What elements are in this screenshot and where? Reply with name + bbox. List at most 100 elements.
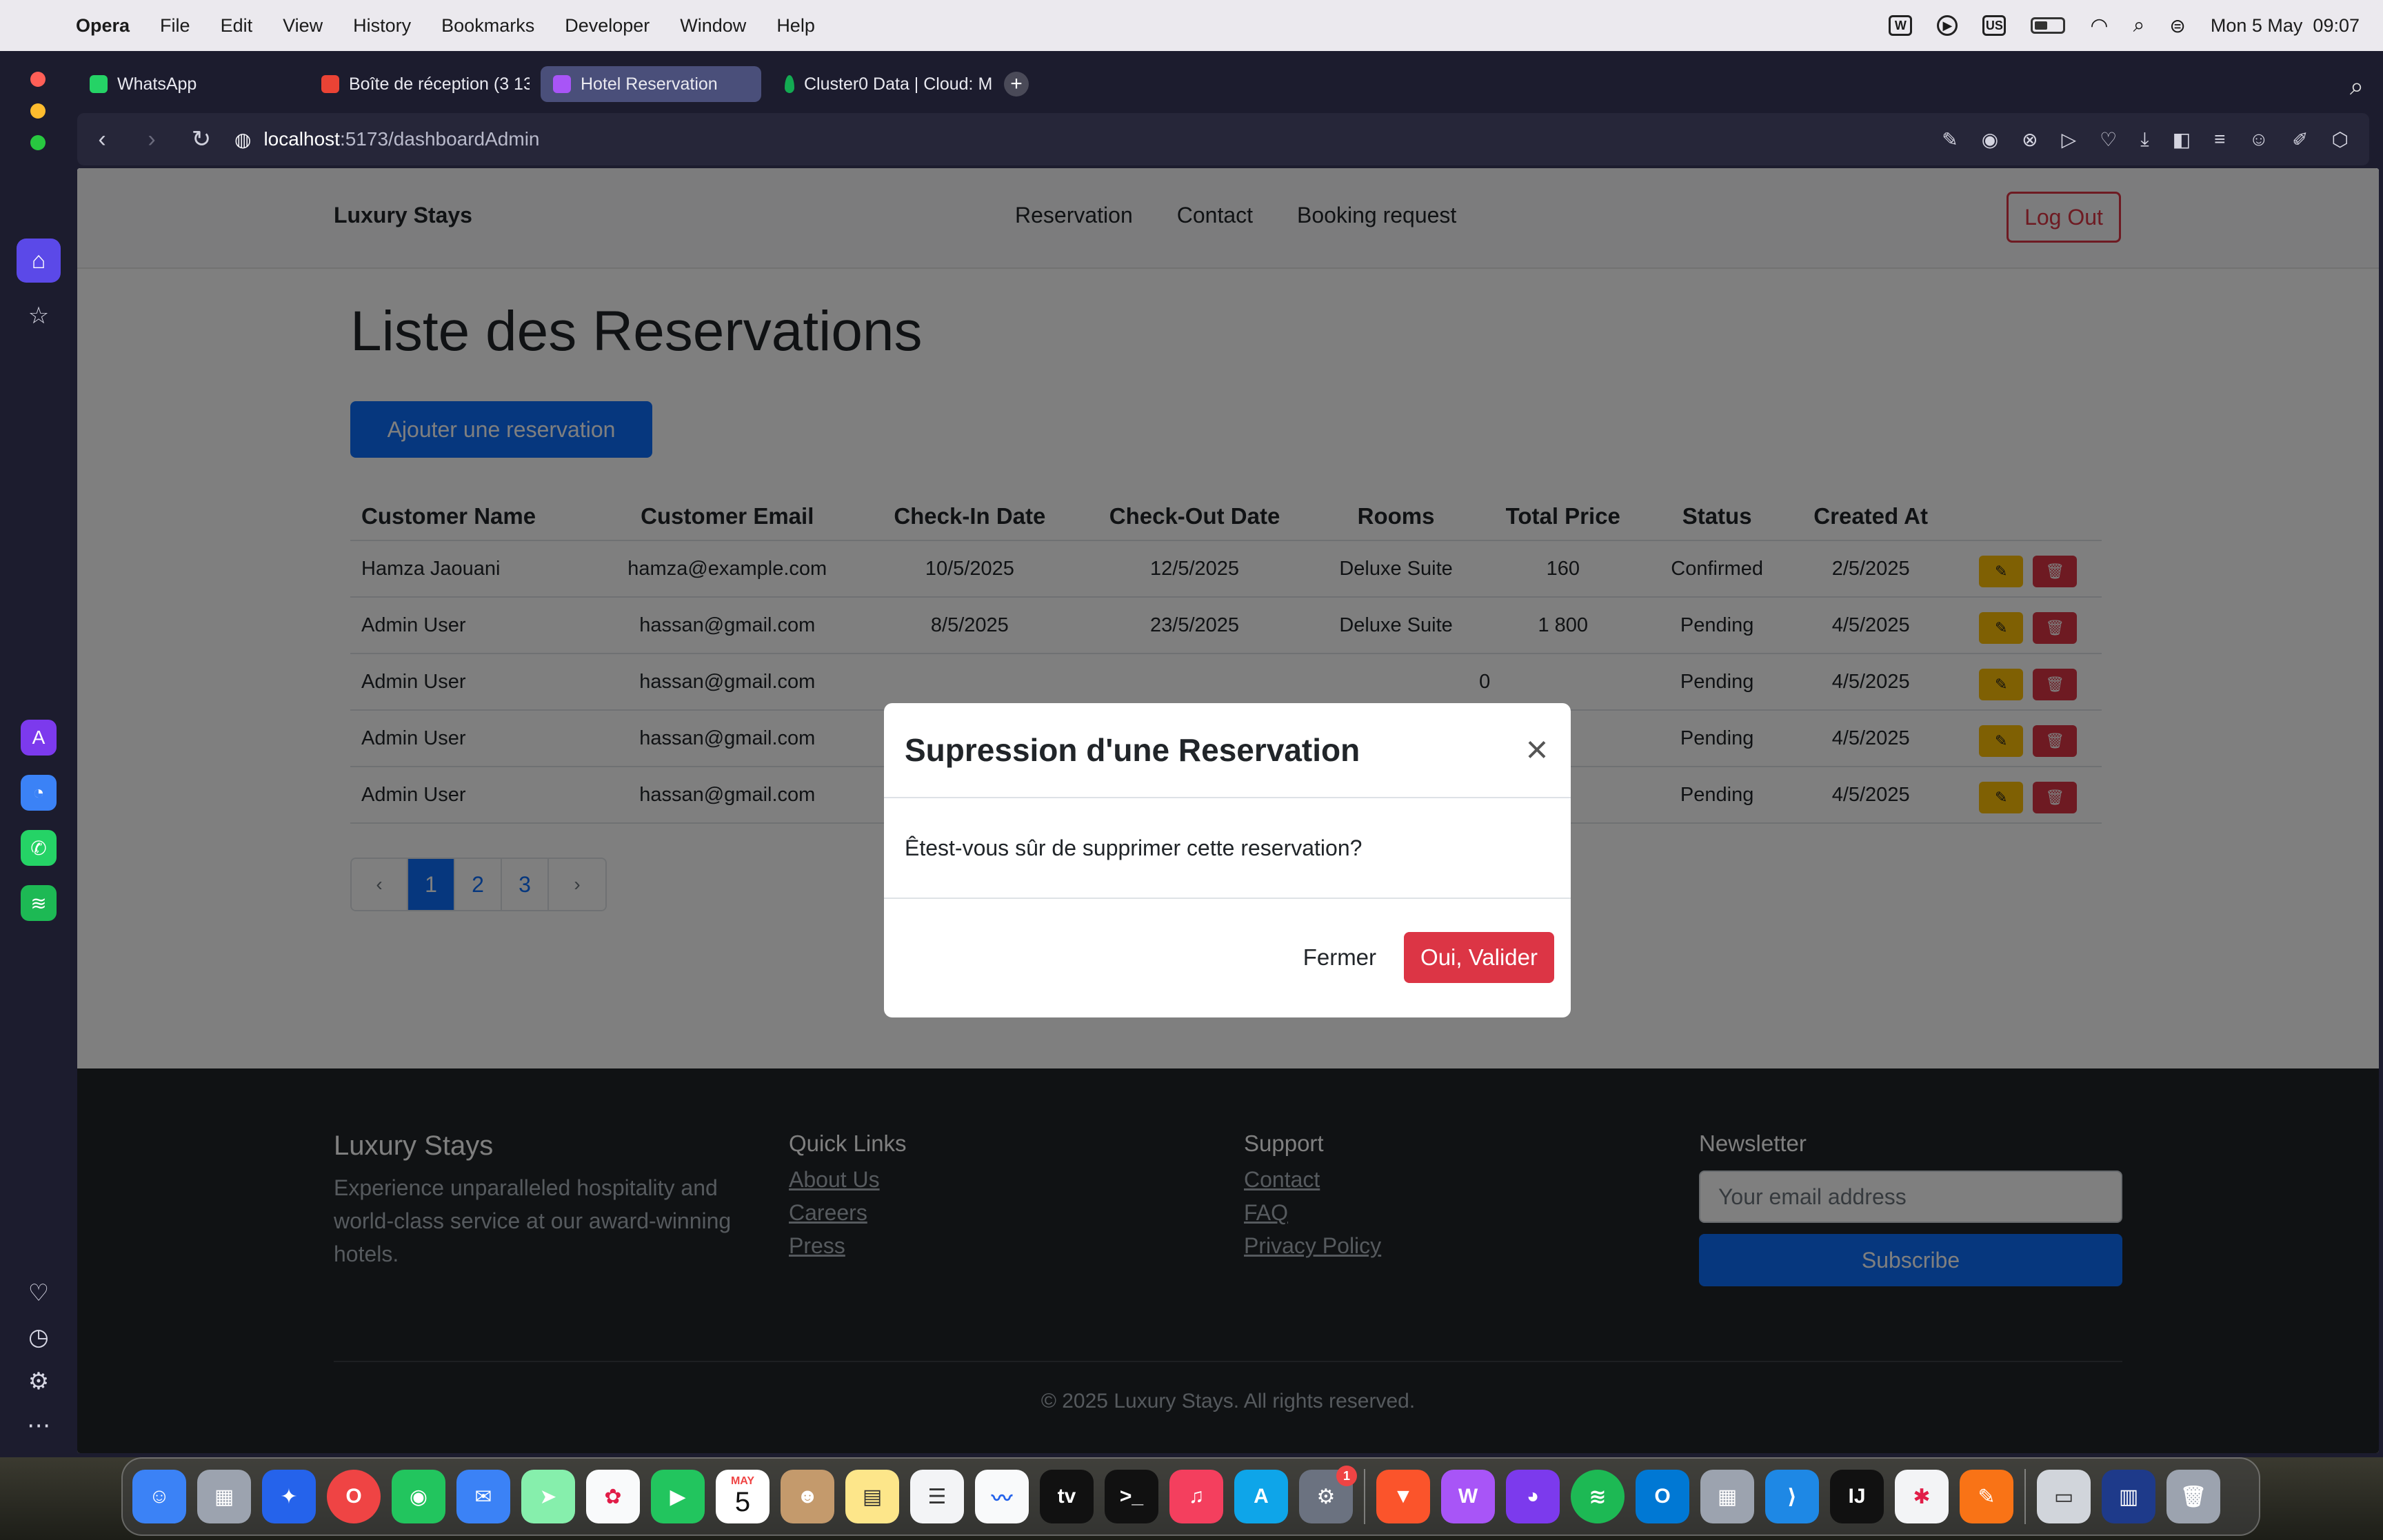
- url-field[interactable]: ◍ localhost:5173/dashboardAdmin: [234, 128, 540, 151]
- close-window-button[interactable]: [30, 72, 46, 87]
- app-store-icon[interactable]: A: [1234, 1470, 1288, 1523]
- menu-lines-icon[interactable]: ≡: [2214, 128, 2225, 150]
- profile-icon[interactable]: ☺: [2249, 128, 2269, 150]
- modal-title: Supression d'une Reservation: [905, 732, 1360, 768]
- macos-dock: ☺ ▦ ✦ O ◉ ✉ ➤ ✿ ▶ MAY 5 ☻ ▤ ☰ 〰 tv >_ ♫ A…: [121, 1457, 2260, 1536]
- download-icon[interactable]: ⤓: [2140, 128, 2149, 151]
- history-clock-icon[interactable]: ◷: [17, 1315, 61, 1359]
- adblock-icon[interactable]: ⊗: [2022, 128, 2038, 151]
- modal-confirm-button[interactable]: Oui, Valider: [1404, 932, 1554, 983]
- finder-icon[interactable]: ☺: [132, 1470, 186, 1523]
- edit-icon[interactable]: ✎: [1942, 128, 1958, 151]
- menu-edit[interactable]: Edit: [221, 15, 253, 37]
- tab-strip: WhatsApp Boîte de réception (3 131) Hote…: [77, 65, 1029, 103]
- launchpad-icon[interactable]: ▦: [197, 1470, 251, 1523]
- input-source-indicator[interactable]: US: [1982, 15, 2007, 36]
- settings-gear-icon[interactable]: ⚙: [17, 1359, 61, 1404]
- more-dots-icon[interactable]: ⋯: [17, 1404, 61, 1448]
- reminders-icon[interactable]: ☰: [910, 1470, 964, 1523]
- spotify-sidebar-icon[interactable]: ≋: [21, 885, 57, 921]
- modal-close-icon[interactable]: ×: [1518, 730, 1556, 769]
- calculator-icon[interactable]: ▦: [1700, 1470, 1754, 1523]
- delete-confirmation-modal: Supression d'une Reservation × Êtest-vou…: [884, 703, 1571, 1017]
- screenshot-icon[interactable]: ▥: [2102, 1470, 2155, 1523]
- contacts-icon[interactable]: ☻: [781, 1470, 834, 1523]
- menubar-clock[interactable]: Mon 5 May 09:07: [2211, 15, 2360, 37]
- tab-hotel-reservation[interactable]: Hotel Reservation: [541, 66, 761, 102]
- notes-icon[interactable]: ▤: [845, 1470, 899, 1523]
- tv-icon[interactable]: tv: [1040, 1470, 1094, 1523]
- heart-icon[interactable]: ♡: [2100, 128, 2117, 151]
- safari-icon[interactable]: ✦: [262, 1470, 316, 1523]
- menu-file[interactable]: File: [160, 15, 190, 37]
- control-center-icon[interactable]: ⊜: [2169, 14, 2185, 37]
- battery-icon[interactable]: [2031, 17, 2066, 34]
- flow-send-icon[interactable]: ▷: [2062, 128, 2077, 151]
- whatsapp-sidebar-icon[interactable]: ✆: [21, 830, 57, 866]
- spotify-icon[interactable]: ≋: [1571, 1470, 1625, 1523]
- intellij-icon[interactable]: IJ: [1830, 1470, 1884, 1523]
- tab-search-icon[interactable]: ⌕: [2350, 72, 2364, 101]
- star-icon[interactable]: ☆: [17, 294, 61, 338]
- preview-icon[interactable]: ▭: [2037, 1470, 2091, 1523]
- pen-tool-icon[interactable]: ✐: [2292, 128, 2308, 151]
- home-icon[interactable]: ⌂: [17, 239, 61, 283]
- facetime-icon[interactable]: ▶: [651, 1470, 705, 1523]
- spotlight-search-icon[interactable]: ⌕: [2133, 14, 2145, 37]
- terminal-icon[interactable]: >_: [1105, 1470, 1158, 1523]
- calendar-icon[interactable]: MAY 5: [716, 1470, 770, 1523]
- address-bar: ‹ › ↻ ◍ localhost:5173/dashboardAdmin ✎ …: [77, 113, 2369, 165]
- trash-icon[interactable]: 🗑: [2166, 1470, 2220, 1523]
- opera-icon[interactable]: O: [327, 1470, 381, 1523]
- favorites-heart-icon[interactable]: ♡: [17, 1271, 61, 1315]
- url-host: localhost: [263, 128, 340, 150]
- vite-icon: [553, 75, 571, 93]
- wps-status-icon[interactable]: W: [1889, 15, 1913, 36]
- reload-icon[interactable]: ↻: [177, 125, 226, 153]
- wifi-icon[interactable]: ◠: [2090, 14, 2108, 38]
- modal-footer: Fermer Oui, Valider: [884, 899, 1571, 1016]
- music-icon[interactable]: ♫: [1169, 1470, 1223, 1523]
- tab-mongodb[interactable]: Cluster0 Data | Cloud: M: [772, 66, 993, 102]
- freeform-icon[interactable]: 〰: [975, 1470, 1029, 1523]
- messenger-icon[interactable]: ◔: [21, 775, 57, 811]
- github-desktop-icon[interactable]: ◕: [1506, 1470, 1560, 1523]
- system-settings-icon[interactable]: ⚙ 1: [1299, 1466, 1357, 1523]
- camera-icon[interactable]: ◉: [1982, 128, 1998, 151]
- menu-history[interactable]: History: [353, 15, 411, 37]
- aria-icon[interactable]: A: [21, 720, 57, 756]
- modal-close-button[interactable]: Fermer: [1303, 944, 1376, 971]
- minimize-window-button[interactable]: [30, 103, 46, 119]
- dock-separator: [2024, 1469, 2026, 1524]
- play-status-icon[interactable]: ▶: [1937, 15, 1958, 36]
- menu-help[interactable]: Help: [776, 15, 815, 37]
- easy-setup-icon[interactable]: ◧: [2173, 128, 2191, 151]
- mail-icon[interactable]: ✉: [456, 1470, 510, 1523]
- modal-body: Êtest-vous sûr de supprimer cette reserv…: [884, 798, 1571, 899]
- postman-icon[interactable]: ✎: [1960, 1470, 2013, 1523]
- opera-gx-icon[interactable]: W: [1441, 1470, 1495, 1523]
- menu-developer[interactable]: Developer: [565, 15, 650, 37]
- back-icon[interactable]: ‹: [77, 126, 127, 153]
- slack-icon[interactable]: ✱: [1895, 1470, 1949, 1523]
- photos-icon[interactable]: ✿: [586, 1470, 640, 1523]
- messages-icon[interactable]: ◉: [392, 1470, 445, 1523]
- outlook-icon[interactable]: O: [1636, 1470, 1689, 1523]
- window-controls: [30, 72, 46, 150]
- zoom-window-button[interactable]: [30, 135, 46, 150]
- menu-window[interactable]: Window: [680, 15, 746, 37]
- menu-app-name[interactable]: Opera: [76, 15, 130, 37]
- new-tab-button[interactable]: +: [1004, 72, 1029, 97]
- tab-gmail[interactable]: Boîte de réception (3 131): [309, 66, 530, 102]
- extensions-cube-icon[interactable]: ⬡: [2332, 128, 2349, 151]
- calendar-day: 5: [734, 1487, 751, 1517]
- menu-view[interactable]: View: [283, 15, 323, 37]
- tab-label: Boîte de réception (3 131): [349, 74, 530, 94]
- maps-icon[interactable]: ➤: [521, 1470, 575, 1523]
- forward-icon[interactable]: ›: [127, 126, 177, 153]
- brave-icon[interactable]: ▼: [1376, 1470, 1430, 1523]
- gmail-icon: [321, 75, 339, 93]
- vscode-icon[interactable]: ⟩: [1765, 1470, 1819, 1523]
- tab-whatsapp[interactable]: WhatsApp: [77, 66, 298, 102]
- menu-bookmarks[interactable]: Bookmarks: [441, 15, 534, 37]
